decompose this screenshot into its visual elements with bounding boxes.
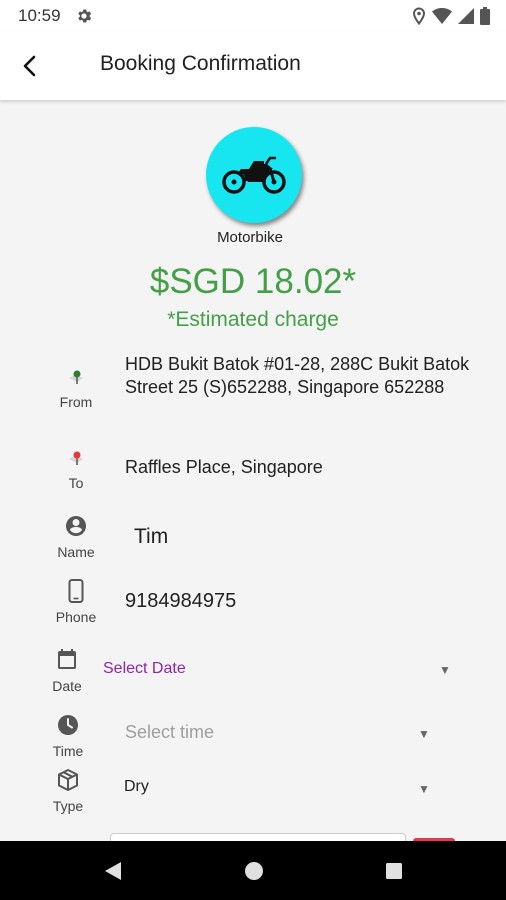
from-field-icon: From xyxy=(51,370,101,410)
wifi-icon xyxy=(432,8,452,24)
phone-value: 9184984975 xyxy=(125,590,237,612)
time-label: Time xyxy=(52,743,84,759)
time-dropdown[interactable]: Select time ▼ xyxy=(120,720,440,750)
nav-back-icon xyxy=(105,862,121,880)
from-label: From xyxy=(59,394,93,410)
package-box-icon xyxy=(58,769,78,791)
price-estimated-note: *Estimated charge xyxy=(167,308,339,331)
status-icons xyxy=(412,6,490,26)
to-address: Raffles Place, Singapore xyxy=(125,457,323,477)
signal-icon xyxy=(458,8,474,24)
price-amount: $SGD 18.02* xyxy=(149,262,357,301)
time-placeholder: Select time xyxy=(125,722,215,742)
page-title: Booking Confirmation xyxy=(100,52,301,75)
time-field-icon: Time xyxy=(43,713,93,759)
navigation-bar xyxy=(0,841,506,900)
nav-recents-button[interactable] xyxy=(382,859,406,883)
from-address: HDB Bukit Batok #01-28, 288C Bukit Batok… xyxy=(125,354,470,397)
date-placeholder: Select Date xyxy=(103,660,186,677)
phone-label: Phone xyxy=(55,609,97,625)
app-bar: Booking Confirmation xyxy=(0,32,506,100)
map-pin-green-icon xyxy=(69,370,83,384)
type-field-icon: Type xyxy=(43,768,93,814)
nav-home-button[interactable] xyxy=(242,859,266,883)
battery-icon xyxy=(480,7,490,25)
back-button[interactable] xyxy=(12,48,48,84)
chevron-down-icon: ▼ xyxy=(418,727,430,741)
phone-field-icon: Phone xyxy=(51,579,101,625)
name-value: Tim xyxy=(134,525,169,548)
date-dropdown[interactable]: Select Date ▼ xyxy=(100,655,460,685)
motorbike-icon xyxy=(222,156,286,194)
location-icon xyxy=(412,7,426,25)
settings-gear-icon xyxy=(78,9,92,23)
calendar-icon xyxy=(58,649,76,669)
chevron-down-icon: ▼ xyxy=(439,663,451,677)
type-label: Type xyxy=(52,798,84,814)
name-field-icon: Name xyxy=(51,514,101,560)
back-arrow-icon xyxy=(23,55,36,77)
map-pin-red-icon xyxy=(69,451,83,465)
chevron-down-icon: ▼ xyxy=(418,782,430,796)
status-bar: 10:59 xyxy=(0,0,506,32)
to-field-icon: To xyxy=(51,451,101,491)
date-label: Date xyxy=(52,678,82,694)
phone-icon xyxy=(68,579,84,603)
status-time: 10:59 xyxy=(18,6,61,25)
name-label: Name xyxy=(57,544,95,560)
vehicle-avatar xyxy=(206,127,302,223)
type-value: Dry xyxy=(124,778,149,795)
clock-icon xyxy=(58,715,78,735)
nav-recents-icon xyxy=(386,863,402,879)
type-dropdown[interactable]: Dry ▼ xyxy=(120,776,440,802)
date-field-icon: Date xyxy=(42,648,92,694)
nav-home-icon xyxy=(245,862,263,880)
account-circle-icon xyxy=(66,516,86,536)
vehicle-label: Motorbike xyxy=(217,229,283,246)
to-label: To xyxy=(68,475,84,491)
nav-back-button[interactable] xyxy=(101,859,125,883)
